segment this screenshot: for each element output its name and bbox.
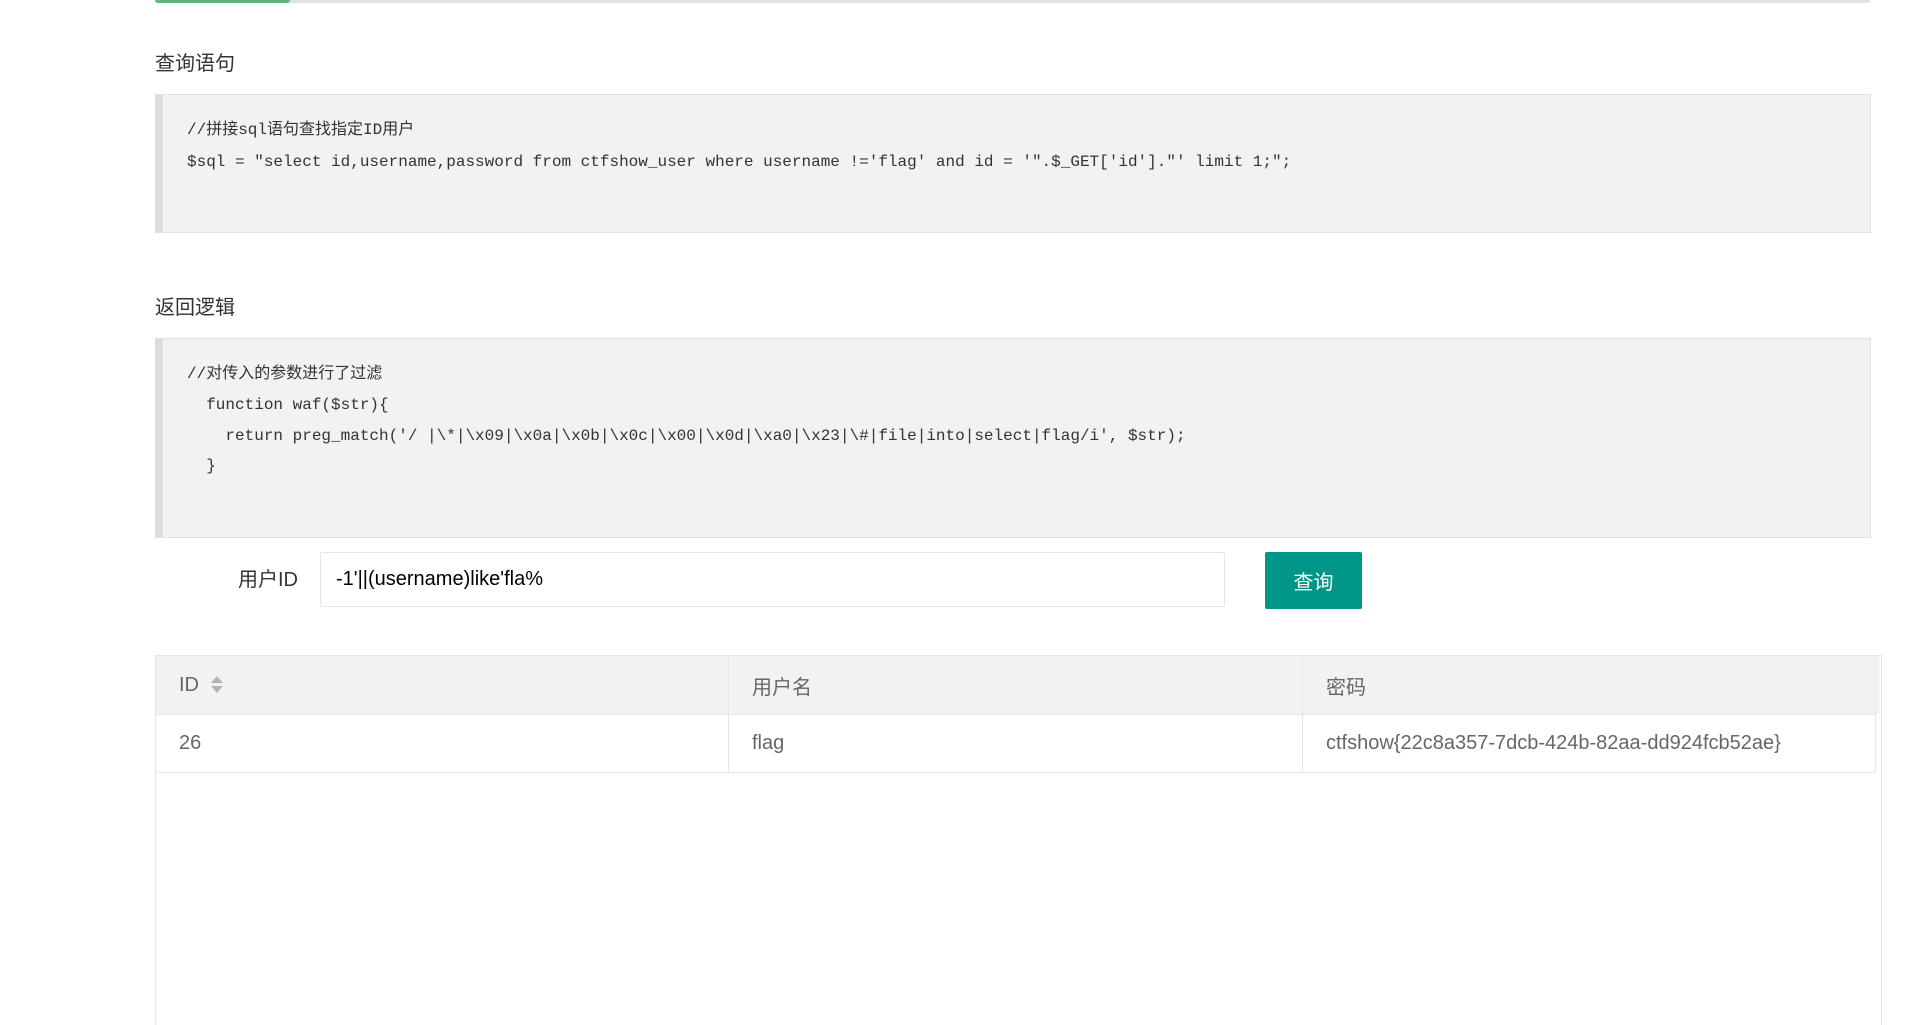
results-table: ID 用户名 密码 26 flag ctfshow{22c8a357-7dcb-… [155,655,1882,1025]
user-id-label: 用户ID [238,569,298,591]
table-cell-id: 26 [156,715,729,772]
query-code-block: //拼接sql语句查找指定ID用户 $sql = "select id,user… [155,94,1871,233]
page: 查询语句 //拼接sql语句查找指定ID用户 $sql = "select id… [0,0,1916,1025]
sort-icon[interactable] [211,675,223,695]
column-header-id[interactable]: ID [156,656,729,714]
code-line: $sql = "select id,username,password from… [187,153,1292,171]
table-header: ID 用户名 密码 [156,656,1880,715]
table-row: 26 flag ctfshow{22c8a357-7dcb-424b-82aa-… [156,715,1876,773]
code-line: //拼接sql语句查找指定ID用户 [187,121,415,139]
query-section-title: 查询语句 [155,53,235,75]
user-id-input[interactable] [320,552,1225,607]
code-line: //对传入的参数进行了过滤 [187,365,383,383]
table-cell-username: flag [729,715,1303,772]
active-tab-indicator [155,0,290,3]
sort-down-icon [211,686,223,693]
query-form: 用户ID 查询 [155,552,1362,609]
header-scroll-gutter [1876,656,1880,714]
column-header-label: ID [179,673,199,696]
logic-code-block: //对传入的参数进行了过滤 function waf($str){ return… [155,338,1871,538]
code-line: function waf($str){ [187,396,389,414]
logic-section-title: 返回逻辑 [155,297,235,319]
sort-up-icon [211,676,223,683]
column-header-username: 用户名 [729,656,1303,714]
tab-bar[interactable] [155,0,1870,3]
query-button[interactable]: 查询 [1265,552,1362,609]
column-header-label: 密码 [1326,676,1366,699]
code-line: } [187,457,216,475]
table-cell-password: ctfshow{22c8a357-7dcb-424b-82aa-dd924fcb… [1303,715,1876,772]
code-line: return preg_match('/ |\*|\x09|\x0a|\x0b|… [187,427,1186,445]
column-header-password: 密码 [1303,656,1876,714]
column-header-label: 用户名 [752,676,812,699]
